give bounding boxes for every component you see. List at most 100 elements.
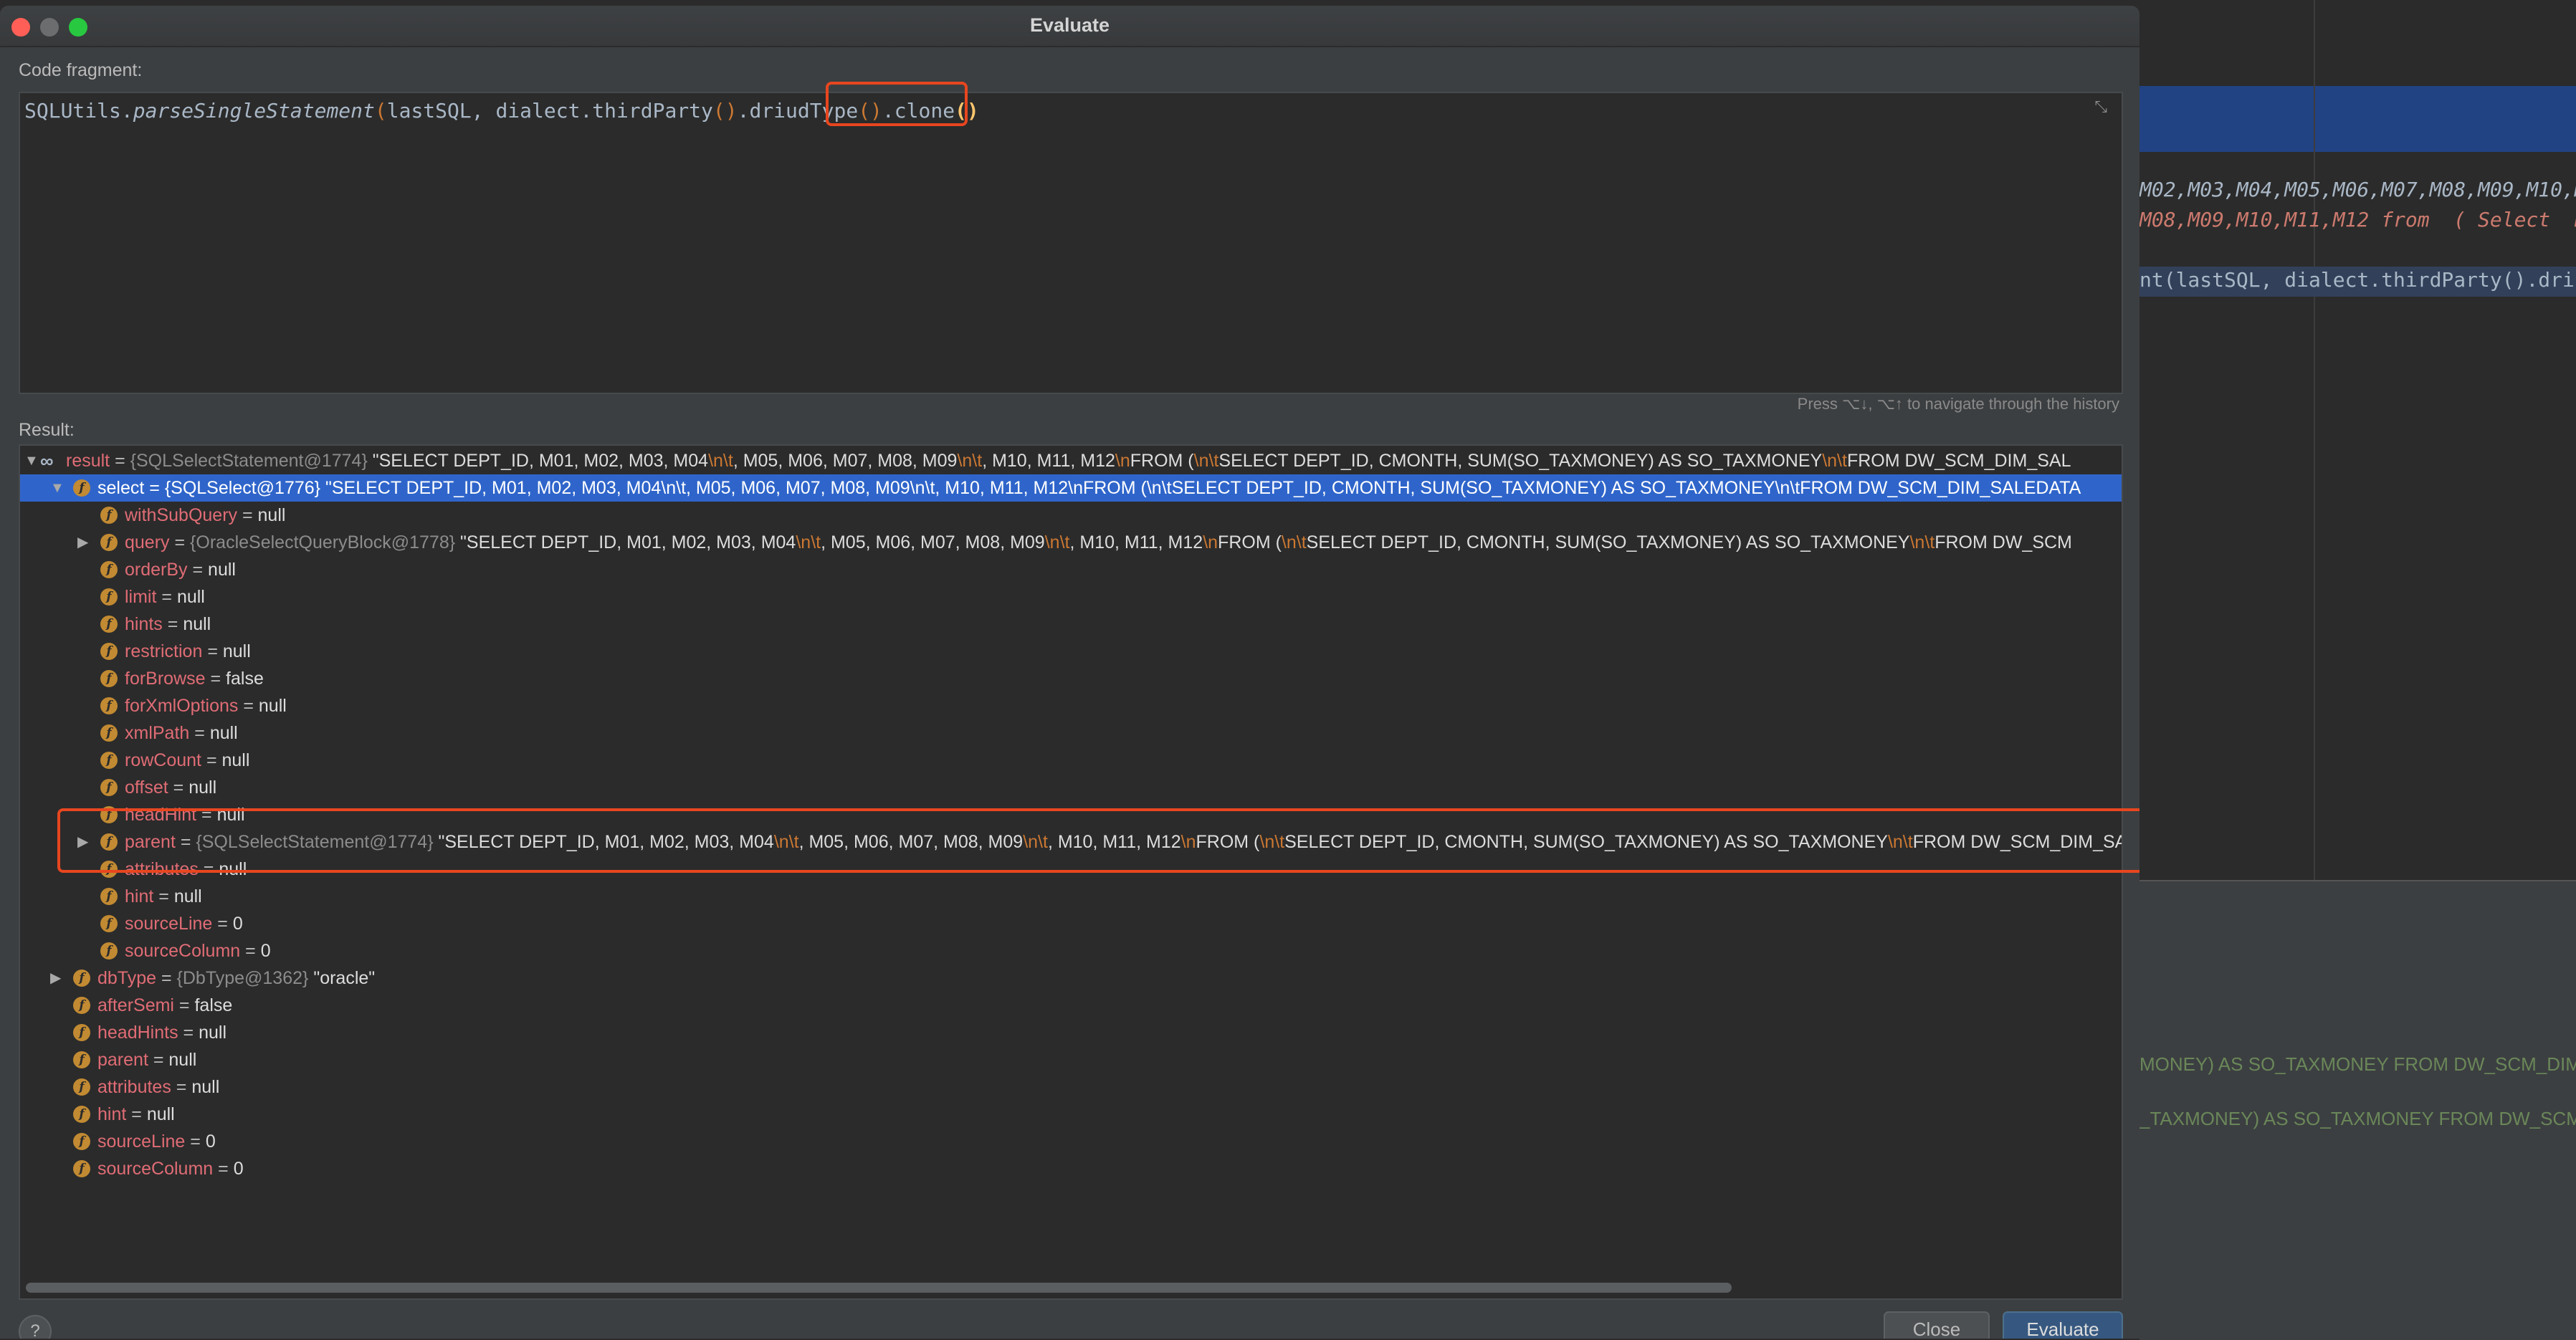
tree-row[interactable]: f headHints = null	[20, 1019, 2122, 1046]
tree-row[interactable]: f sourceColumn = 0	[20, 1155, 2122, 1182]
field-value: null	[199, 1023, 226, 1043]
tree-row[interactable]: f parent = null	[20, 1046, 2122, 1073]
field-name: dbType	[97, 968, 157, 988]
field-value: null	[257, 505, 286, 525]
tree-row-text: result = {SQLSelectStatement@1774} "SELE…	[66, 451, 2071, 471]
tree-row[interactable]: f hints = null	[20, 611, 2122, 638]
field-name: parent	[97, 1050, 148, 1070]
tree-row[interactable]: f withSubQuery = null	[20, 502, 2122, 529]
field-icon: f	[73, 970, 90, 987]
tree-row[interactable]: f hint = null	[20, 1101, 2122, 1128]
tree-row-text: restriction = null	[125, 641, 251, 661]
field-type: {SQLSelect@1776}	[164, 478, 321, 498]
tree-row-text: sourceLine = 0	[125, 914, 243, 934]
field-icon: f	[73, 1160, 90, 1177]
field-name: offset	[125, 777, 168, 798]
close-button[interactable]: Close	[1884, 1311, 1990, 1339]
parent-highlight-box	[57, 808, 2139, 873]
tree-row-text: hints = null	[125, 614, 211, 634]
tree-row-text: hint = null	[125, 886, 202, 906]
collapsed-arrow-icon[interactable]: ▶	[50, 965, 61, 992]
field-name: sourceLine	[125, 914, 213, 934]
tree-row[interactable]: f sourceLine = 0	[20, 1128, 2122, 1155]
tree-row-text: forXmlOptions = null	[125, 696, 287, 716]
field-name: result	[66, 451, 110, 471]
expanded-arrow-icon[interactable]: ▼	[50, 474, 65, 502]
watch-result-icon: ∞	[40, 450, 54, 472]
field-icon: f	[100, 616, 118, 633]
tree-row[interactable]: ▼ ∞ result = {SQLSelectStatement@1774} "SE…	[20, 447, 2122, 474]
field-name: sourceLine	[97, 1131, 186, 1152]
field-name: forXmlOptions	[125, 696, 239, 716]
tree-row[interactable]: ▶ f dbType = {DbType@1362} "oracle"	[20, 965, 2122, 992]
tree-row[interactable]: f limit = null	[20, 583, 2122, 611]
tree-row-text: offset = null	[125, 777, 217, 798]
tree-row[interactable]: f orderBy = null	[20, 556, 2122, 583]
field-value: "SELECT DEPT_ID, M01, M02, M03, M04\n\t,…	[460, 532, 2072, 552]
code-fragment-editor[interactable]: SQLUtils.parseSingleStatement(lastSQL, d…	[19, 92, 2123, 394]
field-icon: f	[73, 997, 90, 1014]
field-value: null	[189, 777, 217, 798]
field-name: orderBy	[125, 560, 188, 580]
field-value: null	[173, 886, 202, 906]
tree-row[interactable]: f hint = null	[20, 883, 2122, 910]
tree-row[interactable]: f offset = null	[20, 774, 2122, 801]
tree-row-text: limit = null	[125, 587, 205, 607]
field-icon: f	[100, 643, 118, 660]
field-icon: f	[73, 1133, 90, 1150]
tree-row[interactable]: f attributes = null	[20, 1073, 2122, 1101]
field-name: sourceColumn	[125, 941, 241, 961]
field-icon: f	[100, 915, 118, 932]
title-bar: Evaluate	[0, 6, 2139, 47]
background-selection	[2139, 86, 2576, 152]
field-name: limit	[125, 587, 157, 607]
tree-row[interactable]: f sourceColumn = 0	[20, 937, 2122, 965]
tree-row-text: attributes = null	[97, 1077, 220, 1097]
field-icon: f	[73, 1078, 90, 1096]
field-icon: f	[100, 697, 118, 714]
field-value: null	[209, 723, 238, 743]
field-value: null	[183, 614, 211, 634]
background-console-line: MONEY) AS SO_TAXMONEY FROM DW_SCM_DIM_	[2139, 1053, 2576, 1075]
tree-row-text: xmlPath = null	[125, 723, 238, 743]
field-value: null	[176, 587, 205, 607]
field-value: null	[208, 560, 236, 580]
collapsed-arrow-icon[interactable]: ▶	[77, 529, 88, 556]
tree-row[interactable]: f sourceLine = 0	[20, 910, 2122, 937]
field-icon: f	[100, 724, 118, 742]
tree-row[interactable]: f rowCount = null	[20, 747, 2122, 774]
background-console-line: _TAXMONEY) AS SO_TAXMONEY FROM DW_SCM_I	[2139, 1108, 2576, 1129]
field-value: 0	[260, 941, 271, 961]
tree-row-text: forBrowse = false	[125, 669, 264, 689]
field-icon: f	[100, 534, 118, 551]
field-value: "SELECT DEPT_ID, M01, M02, M03, M04\n\t,…	[372, 451, 2071, 471]
tree-row[interactable]: f restriction = null	[20, 638, 2122, 665]
tree-row[interactable]: ▶ f query = {OracleSelectQueryBlock@1778} …	[20, 529, 2122, 556]
help-button[interactable]: ?	[19, 1315, 52, 1339]
field-icon: f	[100, 752, 118, 769]
field-value: null	[221, 750, 250, 770]
evaluate-button[interactable]: Evaluate	[2003, 1311, 2123, 1339]
expanded-arrow-icon[interactable]: ▼	[24, 447, 39, 474]
tree-row[interactable]: f xmlPath = null	[20, 719, 2122, 747]
field-icon: f	[100, 670, 118, 687]
tree-row[interactable]: f forXmlOptions = null	[20, 692, 2122, 719]
field-value: null	[258, 696, 287, 716]
field-value: null	[146, 1104, 175, 1124]
tree-row-text: hint = null	[97, 1104, 175, 1124]
code-fragment-label: Code fragment:	[19, 60, 143, 80]
tree-row[interactable]: f forBrowse = false	[20, 665, 2122, 692]
horizontal-scrollbar[interactable]	[26, 1283, 1732, 1293]
tree-row-text: select = {SQLSelect@1776} "SELECT DEPT_I…	[97, 478, 2081, 498]
tree-row[interactable]: ▼ f select = {SQLSelect@1776} "SELECT DEPT…	[20, 474, 2122, 502]
field-value: false	[226, 669, 264, 689]
field-value: false	[194, 995, 233, 1015]
collapse-editor-icon[interactable]: ⤡	[2094, 97, 2107, 116]
field-value: null	[191, 1077, 220, 1097]
field-icon: f	[73, 479, 90, 497]
history-hint: Press ⌥↓, ⌥↑ to navigate through the his…	[1797, 395, 2119, 413]
background-code-line: nt(lastSQL, dialect.thirdParty().driudT	[2139, 268, 2576, 292]
tree-row[interactable]: f afterSemi = false	[20, 992, 2122, 1019]
tree-row-text: headHints = null	[97, 1023, 226, 1043]
field-icon: f	[100, 507, 118, 524]
